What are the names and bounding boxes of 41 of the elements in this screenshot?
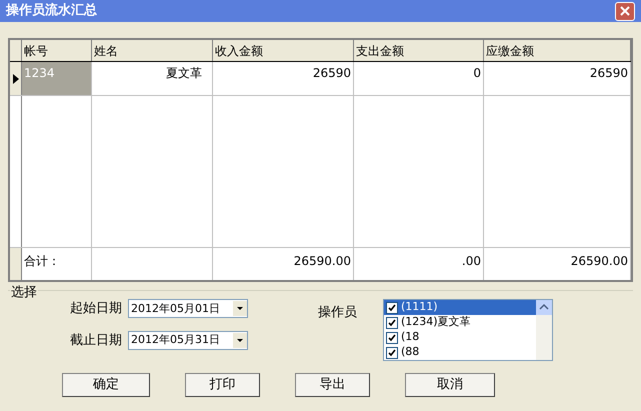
- close-icon: [620, 6, 630, 16]
- operator-item[interactable]: (88: [384, 345, 536, 360]
- table-cell: 0: [354, 62, 484, 95]
- row-pointer-icon: [12, 74, 18, 84]
- checkbox[interactable]: [386, 302, 398, 314]
- dialog-button[interactable]: 打印: [185, 373, 260, 397]
- date-picker[interactable]: 2012年05月01日: [128, 299, 248, 318]
- checkbox[interactable]: [386, 316, 398, 328]
- date-label: 截止日期: [70, 332, 122, 350]
- scrollbar[interactable]: [536, 300, 552, 360]
- column-header[interactable]: 应缴金额: [484, 40, 631, 61]
- operator-item[interactable]: (1111): [384, 300, 536, 315]
- dialog-button[interactable]: 导出: [295, 373, 370, 397]
- total-cell: 26590.00: [484, 248, 631, 280]
- table-cell: 26590: [213, 62, 354, 95]
- close-button[interactable]: [615, 2, 635, 20]
- operator-label: 操作员: [318, 304, 358, 322]
- scroll-up-icon: [536, 300, 552, 315]
- operator-item[interactable]: (18: [384, 330, 536, 345]
- checkbox[interactable]: [386, 346, 398, 358]
- total-label: 合计：: [22, 248, 92, 280]
- table-cell: 26590: [484, 62, 631, 95]
- total-cell: 26590.00: [213, 248, 354, 280]
- operator-list[interactable]: (1111) (1234)夏文革 (18 (88: [383, 299, 553, 361]
- dialog-button[interactable]: 确定: [62, 373, 150, 397]
- column-header[interactable]: 帐号: [22, 40, 92, 61]
- date-label: 起始日期: [70, 300, 122, 318]
- dropdown-icon: [233, 301, 247, 316]
- dropdown-icon: [233, 332, 247, 348]
- column-header[interactable]: 收入金额: [213, 40, 354, 61]
- total-cell: .00: [354, 248, 484, 280]
- table-cell: 1234: [22, 62, 92, 95]
- operator-item[interactable]: (1234)夏文革: [384, 315, 536, 330]
- table-cell: 夏文革: [92, 62, 213, 95]
- window-title: 操作员流水汇总: [6, 2, 97, 20]
- column-header[interactable]: 支出金额: [354, 40, 484, 61]
- checkbox[interactable]: [386, 332, 398, 344]
- column-header[interactable]: 姓名: [92, 40, 213, 61]
- row-header[interactable]: [10, 62, 22, 95]
- date-picker[interactable]: 2012年05月31日: [128, 330, 248, 350]
- dialog-button[interactable]: 取消: [405, 373, 495, 397]
